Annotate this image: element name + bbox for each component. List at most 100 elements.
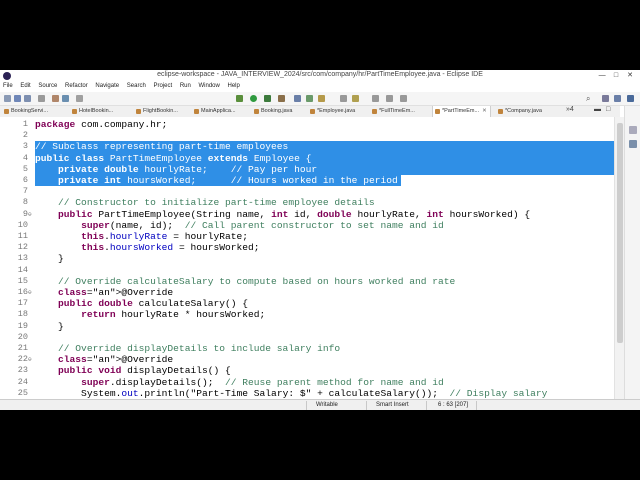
menu-source[interactable]: Source bbox=[35, 82, 60, 89]
code-line[interactable]: 13 } bbox=[0, 253, 614, 264]
status-insert-mode[interactable]: Smart Insert bbox=[376, 402, 409, 408]
code-line[interactable]: 24 super.displayDetails(); // Reuse pare… bbox=[0, 377, 614, 388]
code-line[interactable]: 8 // Constructor to initialize part-time… bbox=[0, 197, 614, 208]
line-number: 25 bbox=[17, 387, 28, 398]
code-line[interactable]: 7 bbox=[0, 186, 614, 197]
tab-main-application[interactable]: MainApplica... bbox=[192, 106, 236, 117]
skip-breakpoints-icon[interactable] bbox=[76, 95, 83, 102]
code-text: } bbox=[35, 253, 64, 265]
menu-help[interactable]: Help bbox=[225, 82, 243, 89]
code-line[interactable]: 16 ⊖ class="an">@Override bbox=[0, 287, 614, 298]
new-java-project-icon[interactable] bbox=[294, 95, 301, 102]
scrollbar-thumb[interactable] bbox=[617, 123, 623, 343]
code-line[interactable]: 9 ⊖ public PartTimeEmployee(String name, … bbox=[0, 209, 614, 220]
tab-booking[interactable]: Booking.java bbox=[252, 106, 293, 117]
menu-refactor[interactable]: Refactor bbox=[62, 82, 91, 89]
line-number: 9 bbox=[22, 208, 28, 219]
close-tab-icon[interactable]: ✕ bbox=[482, 108, 487, 114]
code-text: public void displayDetails() { bbox=[58, 365, 231, 377]
code-line[interactable]: 12 this.hoursWorked = hoursWorked; bbox=[0, 242, 614, 253]
back-icon[interactable] bbox=[386, 95, 393, 102]
build-icon[interactable] bbox=[62, 95, 69, 102]
menu-search[interactable]: Search bbox=[124, 82, 149, 89]
code-line[interactable]: 20 bbox=[0, 332, 614, 343]
code-text: public class PartTimeEmployee extends Em… bbox=[35, 152, 312, 164]
restore-view-icon[interactable] bbox=[629, 126, 637, 134]
maximize-editor-icon[interactable]: □ bbox=[606, 106, 610, 113]
code-line[interactable]: 25 System.out.println("Part-Time Salary:… bbox=[0, 388, 614, 399]
code-line[interactable]: 15 // Override calculateSalary to comput… bbox=[0, 276, 614, 287]
code-line[interactable]: 1 package com.company.hr; bbox=[0, 119, 614, 130]
code-line[interactable]: 14 bbox=[0, 265, 614, 276]
menu-navigate[interactable]: Navigate bbox=[92, 82, 122, 89]
run-icon[interactable] bbox=[250, 95, 257, 102]
code-line[interactable]: 18 return hourlyRate * hoursWorked; bbox=[0, 309, 614, 320]
minimize-editor-icon[interactable]: ▬ bbox=[594, 106, 601, 113]
save-all-icon[interactable] bbox=[24, 95, 31, 102]
code-line[interactable]: 17 public double calculateSalary() { bbox=[0, 298, 614, 309]
close-button[interactable]: ✕ bbox=[624, 71, 636, 79]
minimize-button[interactable]: — bbox=[596, 72, 608, 79]
status-cursor-position: 6 : 63 [207] bbox=[438, 402, 469, 408]
line-number: 14 bbox=[17, 264, 28, 275]
code-line[interactable]: 19 } bbox=[0, 321, 614, 332]
debug-icon[interactable] bbox=[236, 95, 243, 102]
open-type-icon[interactable] bbox=[340, 95, 347, 102]
java-file-icon bbox=[254, 109, 259, 114]
search-icon[interactable]: ⌕ bbox=[586, 94, 590, 104]
java-file-icon bbox=[194, 109, 199, 114]
tab-booking-service[interactable]: BookingServi... bbox=[2, 106, 48, 117]
line-number: 5 bbox=[22, 163, 28, 174]
code-line[interactable]: 5 private double hourlyRate; // Pay per … bbox=[0, 163, 614, 175]
java-perspective-icon[interactable] bbox=[614, 95, 621, 102]
menu-file[interactable]: File bbox=[0, 82, 16, 89]
minimized-views-strip bbox=[624, 106, 640, 400]
tab-hotel-booking[interactable]: HotelBookin... bbox=[70, 106, 113, 117]
code-text: // Override displayDetails to include sa… bbox=[58, 343, 341, 354]
tab-flight-booking[interactable]: FlightBookin... bbox=[134, 106, 178, 117]
code-line[interactable]: 6 private int hoursWorked; // Hours work… bbox=[0, 175, 614, 187]
search-toolbar-icon[interactable] bbox=[352, 95, 359, 102]
debug-perspective-icon[interactable] bbox=[627, 95, 634, 102]
tab-overflow-button[interactable]: »4 bbox=[566, 106, 574, 113]
tab-part-time-employee[interactable]: *PartTimeEm... ✕ bbox=[432, 106, 491, 117]
new-package-icon[interactable] bbox=[306, 95, 313, 102]
code-line[interactable]: 4 public class PartTimeEmployee extends E… bbox=[0, 152, 614, 164]
fold-toggle-icon[interactable]: ⊖ bbox=[28, 209, 32, 220]
code-line[interactable]: 23 public void displayDetails() { bbox=[0, 365, 614, 376]
annotation-next-icon[interactable] bbox=[372, 95, 379, 102]
coverage-icon[interactable] bbox=[264, 95, 271, 102]
line-number: 20 bbox=[17, 331, 28, 342]
code-line[interactable]: 11 this.hourlyRate = hourlyRate; bbox=[0, 231, 614, 242]
line-number: 3 bbox=[22, 141, 28, 152]
code-line[interactable]: 21 // Override displayDetails to include… bbox=[0, 343, 614, 354]
forward-icon[interactable] bbox=[400, 95, 407, 102]
line-number: 18 bbox=[17, 309, 28, 320]
external-tools-icon[interactable] bbox=[278, 95, 285, 102]
outline-view-icon[interactable] bbox=[629, 140, 637, 148]
print-icon[interactable] bbox=[38, 95, 45, 102]
menu-edit[interactable]: Edit bbox=[17, 82, 33, 89]
save-icon[interactable] bbox=[14, 95, 21, 102]
tab-company[interactable]: *Company.java bbox=[496, 106, 542, 117]
open-perspective-icon[interactable] bbox=[602, 95, 609, 102]
code-text: // Constructor to initialize part-time e… bbox=[58, 197, 375, 209]
tab-employee[interactable]: *Employee.java bbox=[308, 106, 355, 117]
menu-run[interactable]: Run bbox=[177, 82, 194, 89]
line-number: 6 bbox=[22, 175, 28, 185]
new-class-icon[interactable] bbox=[318, 95, 325, 102]
code-editor[interactable]: 1 package com.company.hr; 2 3 // Subclass re… bbox=[0, 117, 614, 399]
new-icon[interactable] bbox=[4, 95, 11, 102]
fold-toggle-icon[interactable]: ⊖ bbox=[28, 287, 32, 298]
maximize-button[interactable]: □ bbox=[610, 72, 622, 79]
code-line[interactable]: 2 bbox=[0, 130, 614, 141]
code-line[interactable]: 10 super(name, id); // Call parent const… bbox=[0, 220, 614, 231]
terminal-icon[interactable] bbox=[52, 95, 59, 102]
menu-window[interactable]: Window bbox=[196, 82, 223, 89]
tab-full-time-employee[interactable]: *FullTimeEm... bbox=[370, 106, 415, 117]
code-line[interactable]: 22 ⊖ class="an">@Override bbox=[0, 354, 614, 365]
fold-toggle-icon[interactable]: ⊖ bbox=[28, 354, 32, 365]
menu-project[interactable]: Project bbox=[150, 82, 175, 89]
tab-label: *Company.java bbox=[505, 108, 542, 114]
code-line[interactable]: 3 // Subclass representing part-time empl… bbox=[0, 141, 614, 153]
